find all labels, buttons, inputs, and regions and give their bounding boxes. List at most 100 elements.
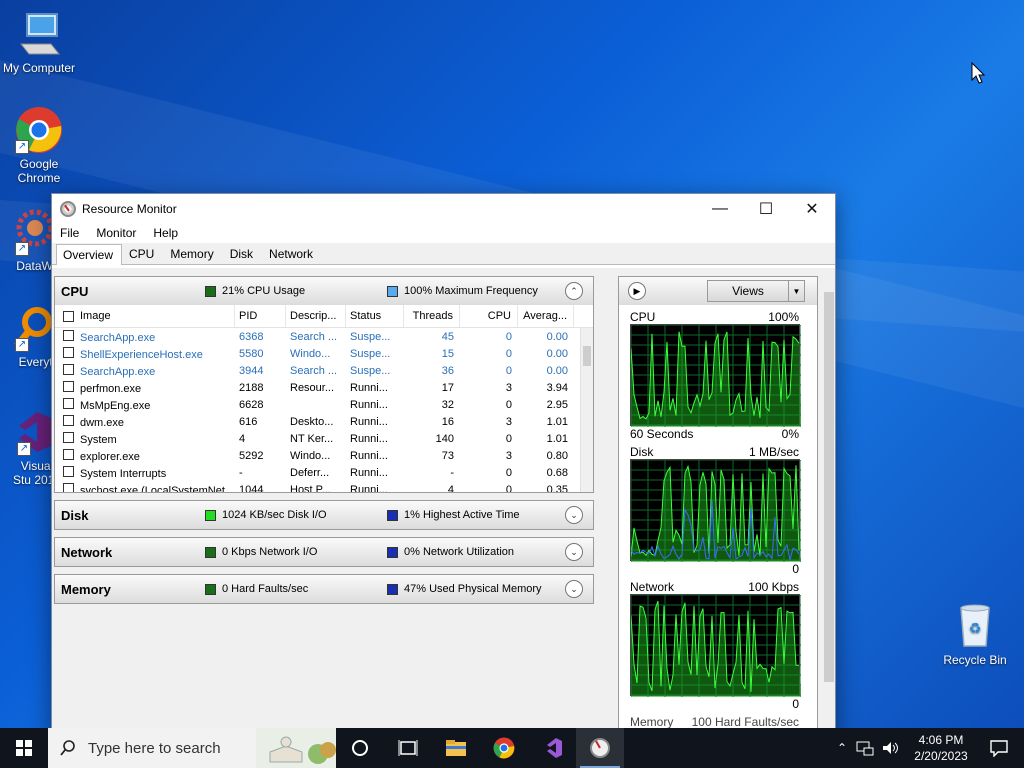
resource-monitor-taskbar-button[interactable]	[576, 728, 624, 768]
table-scrollbar[interactable]	[580, 328, 593, 492]
recycle-bin-icon: ♻	[951, 602, 999, 650]
datawag-icon: ↗	[5, 208, 54, 256]
legend-swatch	[205, 509, 216, 521]
cpu-section-header[interactable]: CPU 21% CPU Usage 100% Maximum Frequency…	[55, 277, 593, 305]
column-header-pid[interactable]: PID	[235, 305, 286, 327]
active-time-text: 1% Highest Active Time	[404, 509, 520, 521]
legend-swatch	[205, 546, 216, 558]
shortcut-arrow-icon: ↗	[15, 242, 29, 256]
tab-network[interactable]: Network	[262, 243, 322, 264]
expand-down-icon[interactable]: ⌄	[565, 543, 583, 561]
search-icon	[60, 740, 75, 756]
process-image-cell: svchost.exe (LocalSystemNet...	[55, 482, 235, 492]
average-cpu-cell: 1.01	[546, 432, 568, 445]
tab-disk[interactable]: Disk	[223, 243, 262, 264]
views-dropdown[interactable]: Views ▼	[707, 280, 805, 302]
row-checkbox[interactable]	[63, 363, 74, 375]
table-row[interactable]: perfmon.exe 2188 Resour... Runni... 17 3 3.94	[55, 379, 593, 396]
chevron-right-icon[interactable]: ▶	[628, 282, 646, 300]
table-row[interactable]: SearchApp.exe 3944 Search ... Suspe... 36 0 0.…	[55, 362, 593, 379]
menu-monitor[interactable]: Monitor	[96, 226, 145, 240]
memory-section-header[interactable]: Memory 0 Hard Faults/sec 47% Used Physic…	[55, 575, 593, 603]
disk-graph	[630, 459, 801, 562]
pid-cell: 3944	[239, 364, 264, 377]
task-view-icon-button[interactable]	[384, 728, 432, 768]
tab-cpu[interactable]: CPU	[122, 243, 163, 264]
start-button[interactable]	[0, 728, 48, 768]
table-row[interactable]: dwm.exe 616 Deskto... Runni... 16 3 1.01	[55, 413, 593, 430]
column-header-status[interactable]: Status	[346, 305, 404, 327]
collapse-up-icon[interactable]: ⌃	[565, 282, 583, 300]
status-cell: Suspe...	[350, 347, 391, 360]
task-view-button[interactable]	[336, 728, 384, 768]
cpu-section: CPU 21% CPU Usage 100% Maximum Frequency…	[54, 276, 594, 493]
menu-help[interactable]: Help	[153, 226, 187, 240]
row-checkbox[interactable]	[63, 431, 74, 443]
show-hidden-icons-chevron-up-icon[interactable]: ⌃	[832, 741, 852, 755]
row-checkbox[interactable]	[63, 482, 74, 492]
row-checkbox[interactable]	[63, 465, 74, 477]
expand-down-icon[interactable]: ⌄	[565, 580, 583, 598]
table-row[interactable]: System Interrupts - Deferr... Runni... -0 0.6…	[55, 464, 593, 481]
table-row[interactable]: MsMpEng.exe 6628 Runni... 32 0 2.95	[55, 396, 593, 413]
file-explorer-button[interactable]	[432, 728, 480, 768]
select-all-checkbox[interactable]	[63, 310, 74, 322]
row-checkbox[interactable]	[63, 380, 74, 392]
section-title: Disk	[61, 507, 89, 523]
desktop-icon-recycle-bin[interactable]: ♻ Recycle Bin	[936, 602, 1014, 667]
pid-cell: -	[239, 466, 243, 479]
threads-cell: 36	[441, 364, 454, 377]
resource-monitor-window[interactable]: Resource Monitor — ☐ ✕ File Monitor Help…	[51, 193, 836, 738]
graph-activity-area	[631, 331, 801, 427]
threads-cell: 32	[441, 398, 454, 411]
close-button[interactable]: ✕	[789, 194, 835, 223]
description-cell: Search ...	[290, 330, 338, 343]
expand-down-icon[interactable]: ⌄	[565, 506, 583, 524]
chevron-down-icon[interactable]: ▼	[788, 281, 804, 301]
volume-icon[interactable]	[882, 740, 900, 756]
title-bar[interactable]: Resource Monitor — ☐ ✕	[52, 194, 835, 223]
desktop-icon-my-computer[interactable]: My Computer	[0, 10, 78, 75]
scrollbar-thumb[interactable]	[824, 292, 834, 682]
row-checkbox[interactable]	[63, 448, 74, 460]
average-cpu-cell: 0.80	[546, 449, 568, 462]
network-section-header[interactable]: Network 0 Kbps Network I/O 0% Network Ut…	[55, 538, 593, 566]
table-row[interactable]: System 4 NT Ker... Runni... 140 0 1.01	[55, 430, 593, 447]
table-row[interactable]: SearchApp.exe 6368 Search ... Suspe... 45 0 0.…	[55, 328, 593, 345]
scrollbar-thumb[interactable]	[583, 346, 591, 366]
column-header-cpu[interactable]: CPU	[460, 305, 518, 327]
table-row[interactable]: svchost.exe (LocalSystemNet... 1044 Host P…	[55, 481, 593, 492]
graphs-scrollbar[interactable]	[821, 276, 835, 696]
notification-center-icon[interactable]	[990, 739, 1008, 757]
minimize-button[interactable]: —	[697, 194, 743, 223]
menu-file[interactable]: File	[60, 226, 88, 240]
column-header-description[interactable]: Descrip...	[286, 305, 346, 327]
column-header-threads[interactable]: Threads	[404, 305, 460, 327]
maximize-button[interactable]: ☐	[743, 194, 789, 223]
process-image-cell: perfmon.exe	[55, 380, 235, 395]
hard-faults-indicator: 0 Hard Faults/sec	[205, 583, 387, 595]
average-cpu-cell: 0.00	[546, 364, 568, 377]
threads-cell: 15	[441, 347, 454, 360]
table-row[interactable]: explorer.exe 5292 Windo... Runni... 73 3 0.80	[55, 447, 593, 464]
table-row[interactable]: ShellExperienceHost.exe 5580 Windo... Suspe…	[55, 345, 593, 362]
column-header-image[interactable]: Image	[55, 305, 235, 327]
tab-overview[interactable]: Overview	[56, 244, 123, 265]
column-header-average-cpu[interactable]: Averag...	[518, 305, 574, 327]
visual-studio-taskbar-button[interactable]	[528, 728, 576, 768]
tab-memory[interactable]: Memory	[163, 243, 222, 264]
row-checkbox[interactable]	[63, 346, 74, 358]
row-checkbox[interactable]	[63, 397, 74, 409]
sections-pane: CPU 21% CPU Usage 100% Maximum Frequency…	[54, 276, 594, 611]
clock[interactable]: 4:06 PM 2/20/2023	[904, 732, 978, 764]
desktop-icon-chrome[interactable]: ↗ Google Chrome	[0, 106, 78, 185]
taskbar-search-box[interactable]: Type here to search	[48, 728, 336, 768]
network-icon[interactable]	[856, 740, 874, 756]
disk-section-header[interactable]: Disk 1024 KB/sec Disk I/O 1% Highest Act…	[55, 501, 593, 529]
row-checkbox[interactable]	[63, 329, 74, 341]
section-title: Network	[61, 544, 113, 560]
network-graph-min: 0	[792, 697, 799, 711]
disk-graph-labels: Disk 1 MB/sec	[619, 444, 809, 459]
chrome-taskbar-button[interactable]	[480, 728, 528, 768]
row-checkbox[interactable]	[63, 414, 74, 426]
